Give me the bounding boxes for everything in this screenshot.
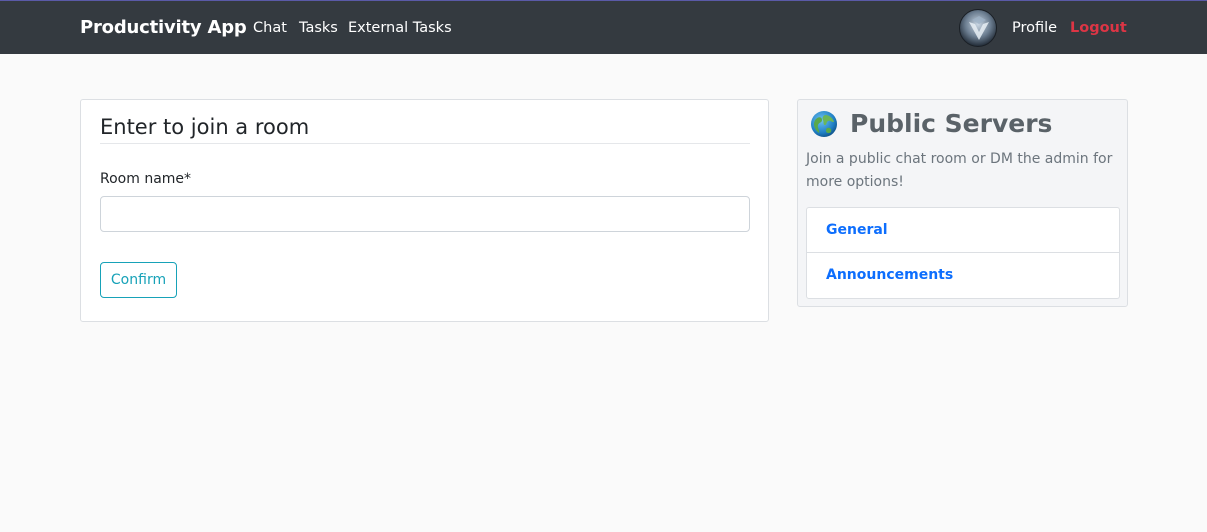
avatar-icon[interactable] (959, 9, 997, 47)
server-item-announcements[interactable]: Announcements (807, 253, 1119, 298)
room-name-input[interactable] (100, 196, 750, 232)
server-list: General Announcements (806, 207, 1120, 299)
nav-link-tasks[interactable]: Tasks (299, 20, 338, 36)
room-name-label: Room name* (100, 171, 192, 187)
public-servers-description: Join a public chat room or DM the admin … (806, 151, 1113, 190)
brand-logo-text[interactable]: Productivity App (80, 17, 247, 38)
public-servers-title: Public Servers (850, 109, 1053, 138)
logout-link[interactable]: Logout (1070, 20, 1127, 36)
title-divider (100, 143, 750, 144)
server-link-general[interactable]: General (826, 222, 888, 238)
server-link-announcements[interactable]: Announcements (826, 267, 953, 283)
nav-link-external-tasks[interactable]: External Tasks (348, 20, 452, 36)
nav-link-chat[interactable]: Chat (253, 20, 287, 36)
confirm-button[interactable]: Confirm (100, 262, 177, 298)
join-room-card: Enter to join a room Room name* Confirm (80, 99, 769, 322)
public-servers-card: Public Servers Join a public chat room o… (797, 99, 1128, 307)
globe-icon (811, 111, 837, 137)
join-room-title: Enter to join a room (100, 115, 310, 139)
top-navbar: Productivity App Chat Tasks External Tas… (0, 0, 1207, 54)
server-item-general[interactable]: General (807, 208, 1119, 253)
nav-link-profile[interactable]: Profile (1012, 20, 1057, 36)
